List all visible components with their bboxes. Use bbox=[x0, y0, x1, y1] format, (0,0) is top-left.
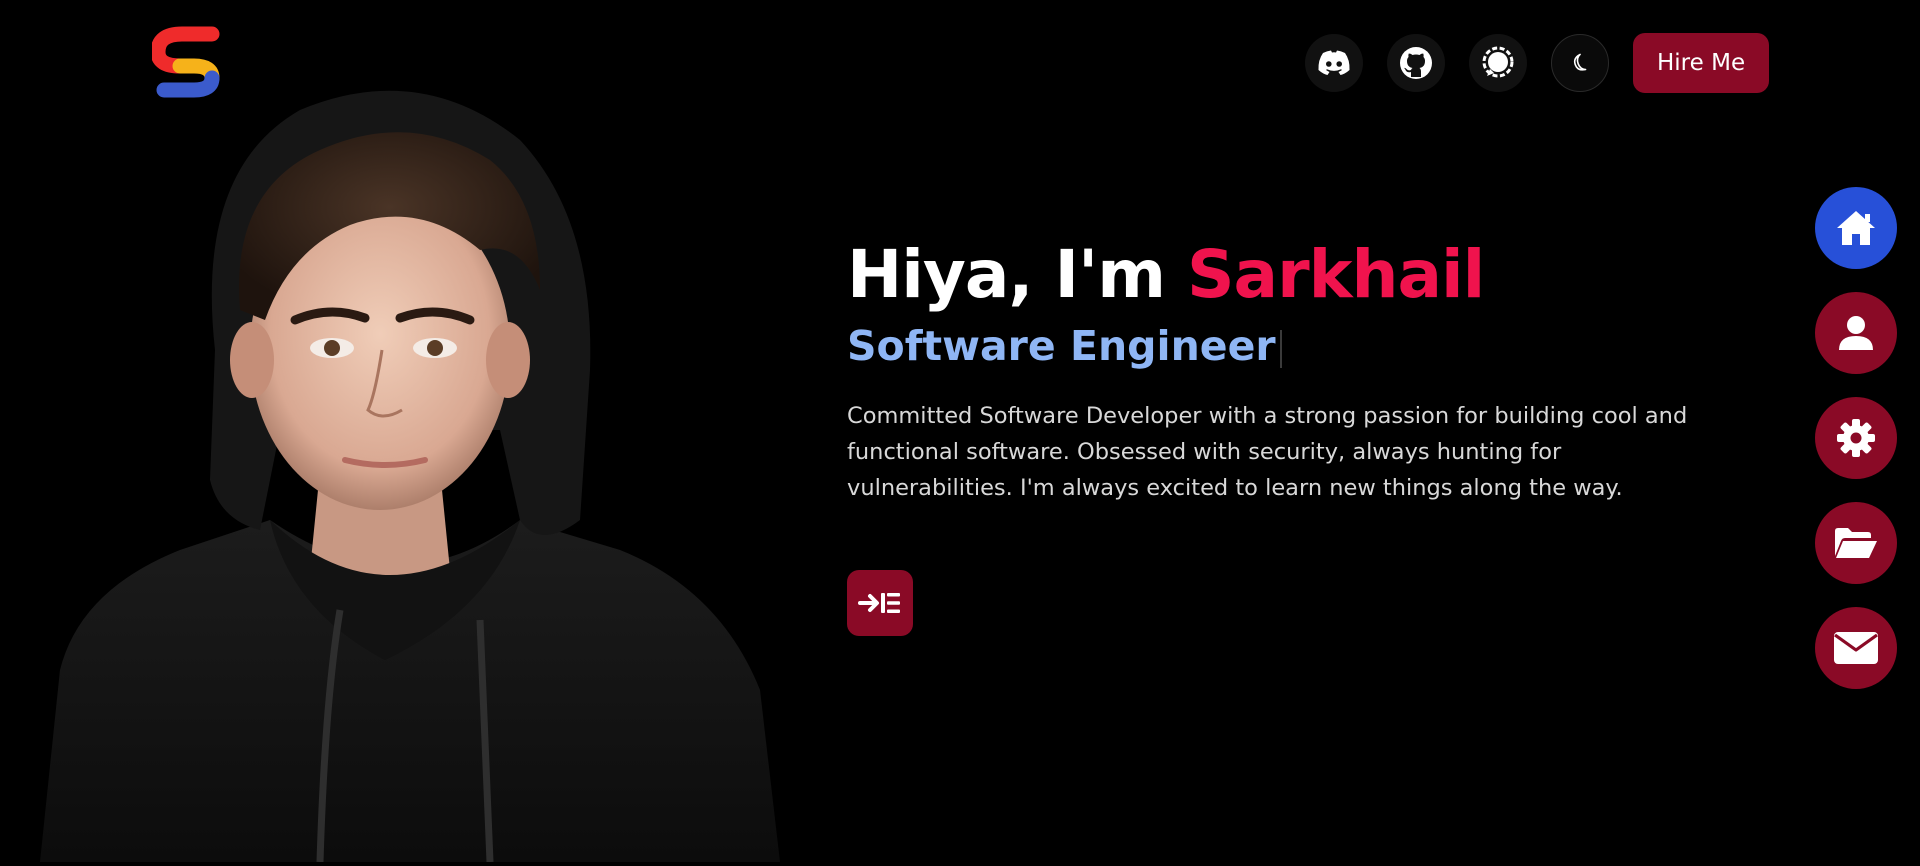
role-text: Software Engineer bbox=[847, 320, 1697, 372]
discord-icon[interactable] bbox=[1305, 34, 1363, 92]
hire-me-button[interactable]: Hire Me bbox=[1633, 33, 1770, 93]
envelope-icon bbox=[1834, 632, 1878, 664]
role-label: Software Engineer bbox=[847, 322, 1276, 370]
name-text: Sarkhail bbox=[1187, 236, 1485, 313]
github-icon[interactable] bbox=[1387, 34, 1445, 92]
arrow-into-list-icon bbox=[858, 593, 900, 613]
typing-cursor bbox=[1279, 330, 1282, 368]
nav-home-button[interactable] bbox=[1815, 187, 1897, 269]
gear-icon bbox=[1837, 419, 1875, 457]
header-actions: Hire Me bbox=[1305, 33, 1770, 93]
moon-icon[interactable] bbox=[1551, 34, 1609, 92]
user-icon bbox=[1839, 316, 1873, 350]
chat-bubble-icon[interactable] bbox=[1469, 34, 1527, 92]
nav-skills-button[interactable] bbox=[1815, 397, 1897, 479]
hero-description: Committed Software Developer with a stro… bbox=[847, 403, 1688, 501]
greeting-text: Hiya, I'm bbox=[847, 236, 1166, 313]
nav-projects-button[interactable] bbox=[1815, 502, 1897, 584]
home-icon bbox=[1837, 211, 1875, 245]
nav-contact-button[interactable] bbox=[1815, 607, 1897, 689]
nav-about-button[interactable] bbox=[1815, 292, 1897, 374]
hero-section: Hiya, I'm Sarkhail Software Engineer Com… bbox=[847, 230, 1697, 506]
side-navigation bbox=[1815, 187, 1897, 712]
cta-button[interactable] bbox=[847, 570, 913, 636]
folder-open-icon bbox=[1835, 528, 1877, 558]
hero-heading: Hiya, I'm Sarkhail bbox=[847, 230, 1697, 320]
profile-portrait bbox=[20, 50, 800, 863]
